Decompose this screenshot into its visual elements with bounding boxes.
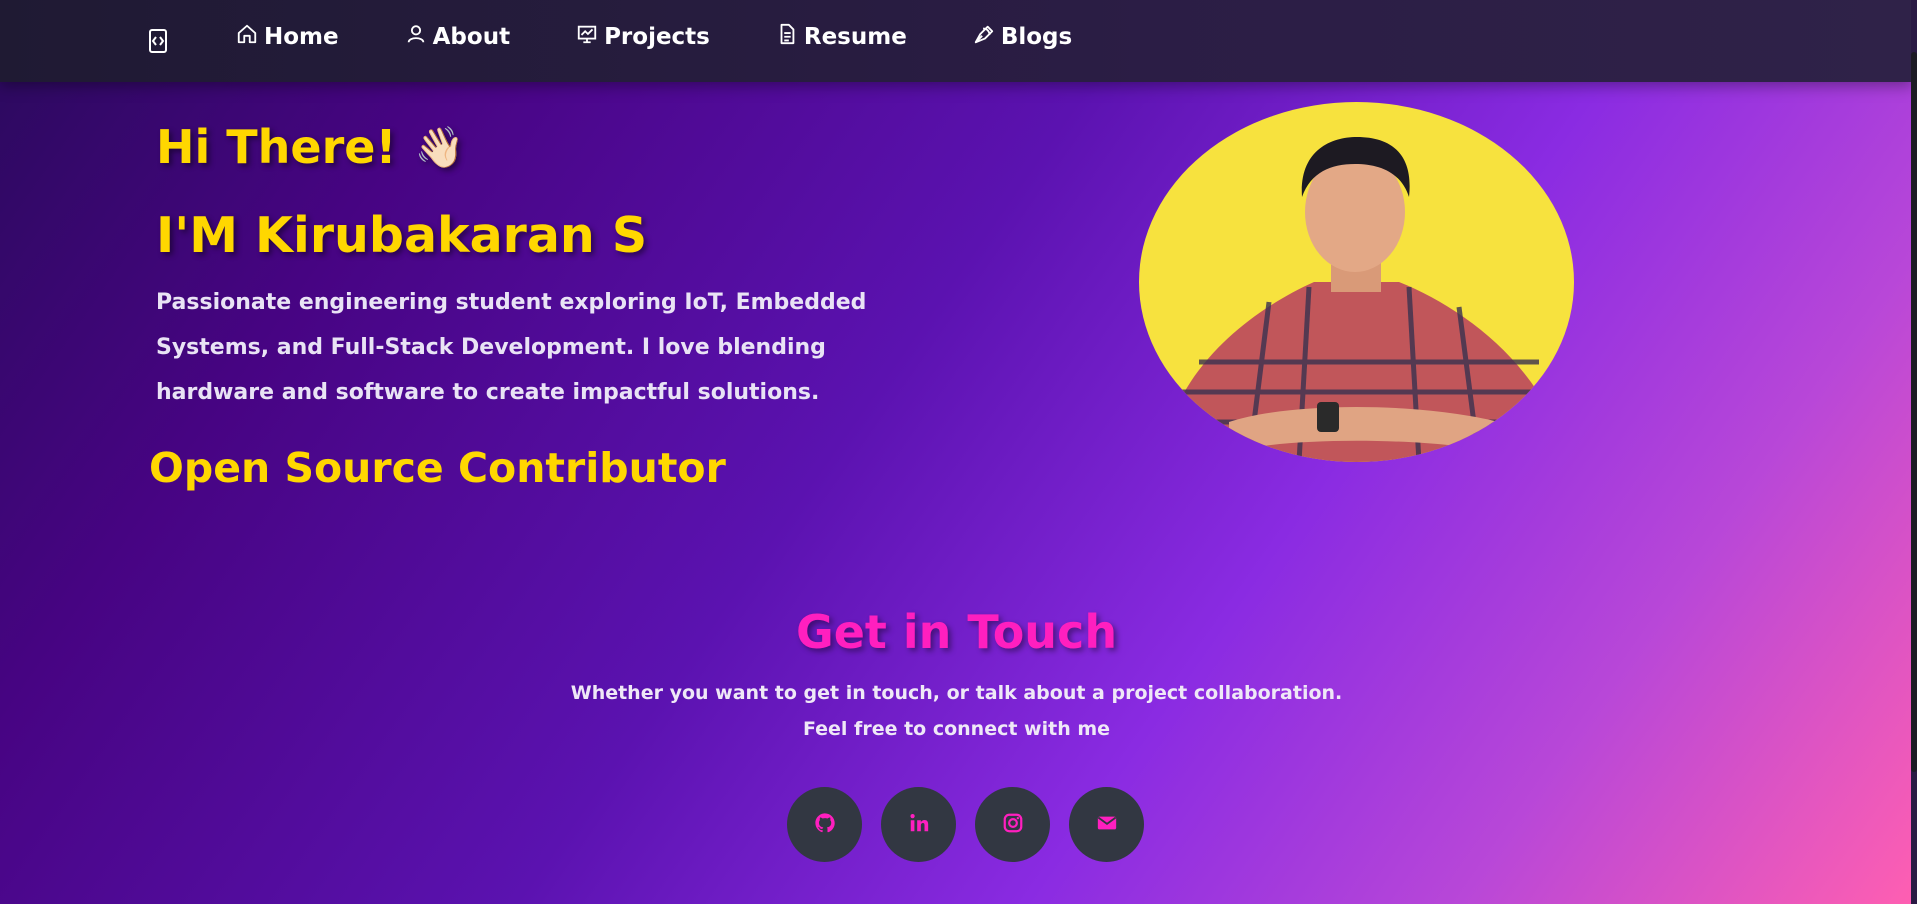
nav-item-resume[interactable]: Resume xyxy=(776,23,907,51)
github-link-button[interactable] xyxy=(787,787,862,862)
hero-greeting: Hi There! 👋🏻 xyxy=(156,120,464,174)
instagram-link-button[interactable] xyxy=(975,787,1050,862)
avatar xyxy=(1139,102,1574,462)
scrollbar-thumb[interactable] xyxy=(1911,52,1917,772)
nav-item-blogs[interactable]: Blogs xyxy=(973,23,1072,51)
home-icon xyxy=(236,23,258,51)
hero-description: Passionate engineering student exploring… xyxy=(156,290,867,405)
linkedin-icon xyxy=(908,812,930,838)
email-icon xyxy=(1096,812,1118,838)
user-icon xyxy=(405,23,427,51)
nav-item-home[interactable]: Home xyxy=(236,23,339,51)
document-icon xyxy=(776,23,798,51)
github-icon xyxy=(814,812,836,838)
nav-menu: Home About Projects Resume Blogs xyxy=(236,0,1138,74)
nav-item-label: Resume xyxy=(803,24,907,50)
hero-typewriter-role: Open Source Contributor xyxy=(149,444,726,492)
pen-nib-icon xyxy=(973,23,995,51)
waving-hand-icon: 👋🏻 xyxy=(414,124,465,171)
hero-name: I'M Kirubakaran S xyxy=(156,207,648,264)
linkedin-link-button[interactable] xyxy=(881,787,956,862)
nav-item-label: About xyxy=(432,24,511,50)
contact-subtitle-line-2: Feel free to connect with me xyxy=(802,718,1111,740)
presentation-chart-icon xyxy=(576,23,598,51)
scrollbar-track[interactable] xyxy=(1911,0,1917,904)
email-link-button[interactable] xyxy=(1069,787,1144,862)
brand-logo-icon[interactable] xyxy=(148,29,168,53)
nav-item-about[interactable]: About xyxy=(405,23,510,51)
nav-item-label: Blogs xyxy=(1000,24,1073,50)
navbar: Home About Projects Resume Blogs xyxy=(0,0,1913,82)
contact-subtitle-line-1: Whether you want to get in touch, or tal… xyxy=(570,682,1343,704)
nav-item-projects[interactable]: Projects xyxy=(576,23,710,51)
nav-item-label: Projects xyxy=(604,24,710,50)
instagram-icon xyxy=(1002,812,1024,838)
nav-item-label: Home xyxy=(264,24,339,50)
contact-title: Get in Touch xyxy=(795,605,1118,659)
greeting-text: Hi There! xyxy=(156,120,397,174)
profile-photo xyxy=(1159,137,1559,462)
social-links xyxy=(787,787,1144,862)
